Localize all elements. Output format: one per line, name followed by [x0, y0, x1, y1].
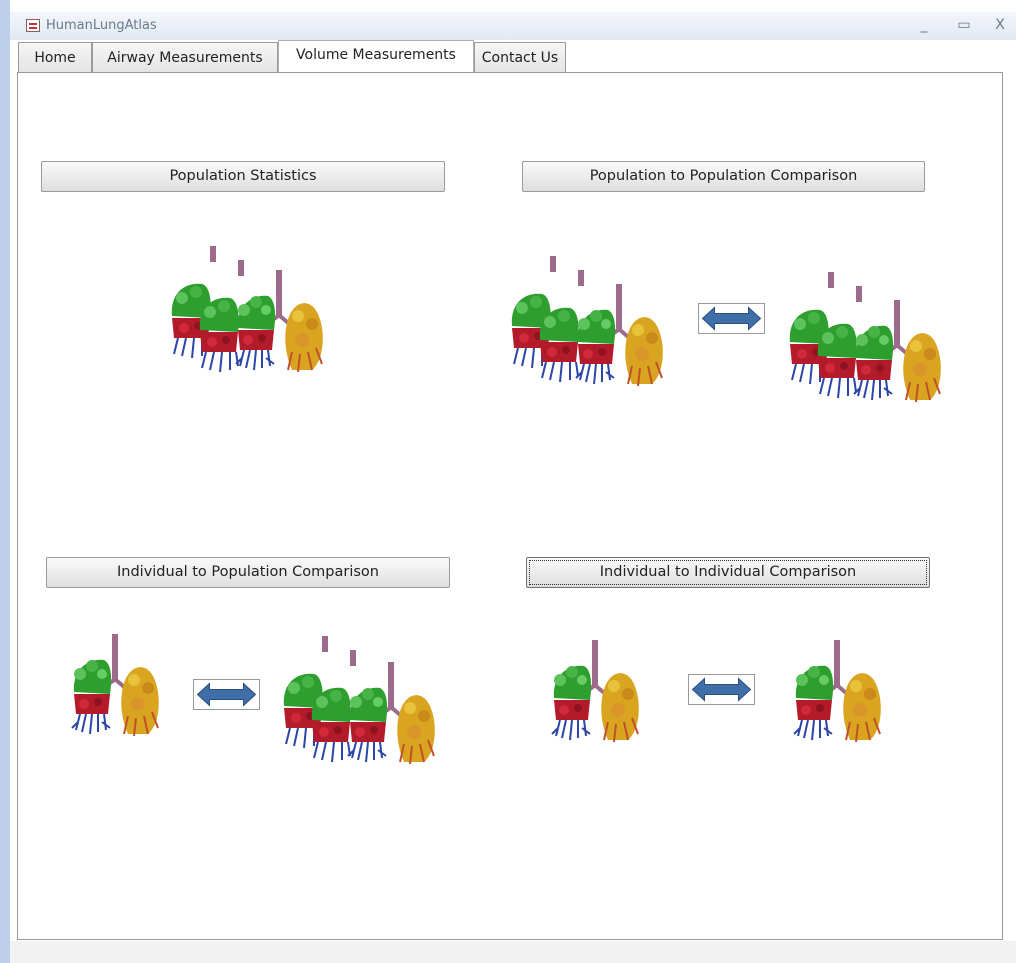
population-b-lungs-image[interactable] [780, 266, 960, 406]
population-lungs-image[interactable] [160, 240, 340, 380]
status-bar [10, 941, 1016, 963]
individual-b-lung-image[interactable] [788, 638, 898, 748]
minimize-button[interactable]: _ [914, 17, 934, 33]
window-left-border [0, 0, 10, 963]
population-to-population-button[interactable]: Population to Population Comparison [522, 161, 925, 192]
tab-contact-us[interactable]: Contact Us [474, 42, 566, 72]
individual-to-individual-button[interactable]: Individual to Individual Comparison [526, 557, 930, 588]
double-arrow-icon [698, 303, 765, 334]
double-arrow-icon [688, 674, 755, 705]
individual-to-population-button[interactable]: Individual to Population Comparison [46, 557, 450, 588]
individual-a-lung-image[interactable] [546, 638, 656, 748]
volume-measurements-panel [17, 72, 1003, 940]
tab-airway-measurements[interactable]: Airway Measurements [92, 42, 278, 72]
population-statistics-button[interactable]: Population Statistics [41, 161, 445, 192]
individual-lung-image[interactable] [66, 632, 176, 742]
window-title: HumanLungAtlas [46, 18, 157, 33]
tab-home[interactable]: Home [18, 42, 92, 72]
population-a-lungs-image[interactable] [502, 250, 682, 390]
population-lungs-image[interactable] [274, 632, 454, 772]
close-button[interactable]: X [990, 17, 1010, 33]
double-arrow-icon [193, 679, 260, 710]
tab-volume-measurements[interactable]: Volume Measurements [278, 40, 474, 72]
maximize-button[interactable]: ▭ [954, 17, 974, 33]
app-icon [26, 19, 40, 32]
title-bar: HumanLungAtlas _ ▭ X [10, 12, 1016, 40]
